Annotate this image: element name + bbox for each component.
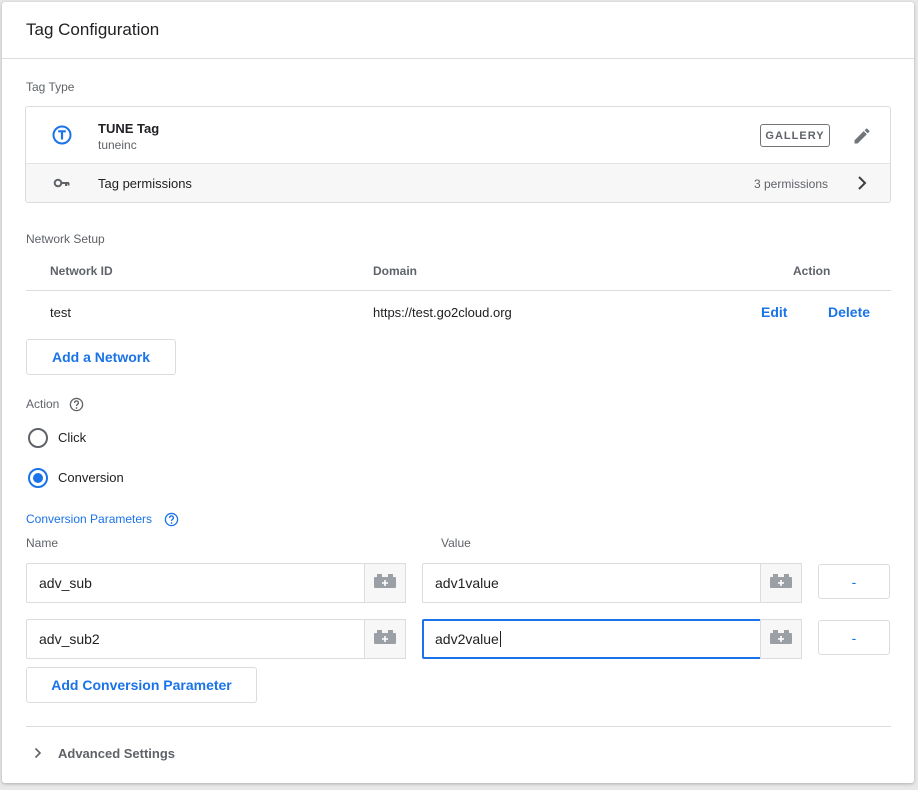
tune-logo-icon bbox=[52, 125, 72, 150]
advanced-settings-toggle[interactable]: Advanced Settings bbox=[26, 739, 276, 767]
advanced-divider bbox=[26, 726, 891, 727]
column-header-network-id: Network ID bbox=[50, 264, 113, 278]
param-value-input[interactable]: adv1value bbox=[422, 563, 762, 603]
help-icon[interactable] bbox=[164, 512, 179, 532]
conversion-parameters-label: Conversion Parameters bbox=[26, 512, 153, 526]
variable-picker-button[interactable] bbox=[760, 563, 802, 603]
radio-click-label[interactable]: Click bbox=[58, 430, 86, 445]
name-column-header: Name bbox=[26, 536, 59, 550]
edit-network-link[interactable]: Edit bbox=[761, 304, 787, 320]
variable-brick-icon bbox=[770, 629, 792, 649]
tag-type-box[interactable]: TUNE Tag tuneinc GALLERY Tag permissions… bbox=[25, 106, 891, 203]
network-setup-label: Network Setup bbox=[26, 232, 105, 246]
remove-param-button[interactable]: - bbox=[818, 564, 890, 599]
chevron-right-icon[interactable] bbox=[856, 175, 868, 196]
variable-brick-icon bbox=[374, 573, 396, 593]
domain-cell: https://test.go2cloud.org bbox=[373, 305, 512, 320]
tag-configuration-card: Tag Configuration Tag Type TUNE Tag tune… bbox=[2, 2, 914, 783]
variable-brick-icon bbox=[770, 573, 792, 593]
value-column-header: Value bbox=[441, 536, 471, 550]
text-cursor bbox=[499, 631, 501, 647]
remove-param-button[interactable]: - bbox=[818, 620, 890, 655]
page-title: Tag Configuration bbox=[26, 20, 160, 39]
add-network-button[interactable]: Add a Network bbox=[26, 339, 176, 375]
tag-permissions-row[interactable]: Tag permissions 3 permissions bbox=[26, 163, 890, 202]
advanced-settings-label: Advanced Settings bbox=[58, 746, 176, 761]
table-header-divider bbox=[26, 290, 891, 291]
gallery-button[interactable]: GALLERY bbox=[760, 124, 830, 147]
tag-type-label: Tag Type bbox=[26, 80, 75, 94]
permissions-count: 3 permissions bbox=[754, 177, 829, 191]
tag-vendor: tuneinc bbox=[98, 138, 137, 152]
column-header-action: Action bbox=[793, 264, 831, 278]
header-divider bbox=[2, 58, 914, 59]
chevron-right-icon bbox=[34, 746, 42, 764]
network-id-cell: test bbox=[50, 305, 71, 320]
radio-click[interactable] bbox=[28, 428, 48, 448]
delete-network-link[interactable]: Delete bbox=[828, 304, 870, 320]
help-icon[interactable] bbox=[69, 397, 84, 417]
variable-picker-button[interactable] bbox=[364, 619, 406, 659]
param-name-input[interactable]: adv_sub bbox=[26, 563, 366, 603]
key-icon bbox=[53, 176, 71, 195]
tag-permissions-label: Tag permissions bbox=[98, 176, 192, 191]
radio-conversion[interactable] bbox=[28, 468, 48, 488]
add-conversion-parameter-button[interactable]: Add Conversion Parameter bbox=[26, 667, 257, 703]
action-label: Action bbox=[26, 397, 60, 411]
column-header-domain: Domain bbox=[373, 264, 418, 278]
variable-picker-button[interactable] bbox=[364, 563, 406, 603]
param-value-input-focused[interactable]: adv2value bbox=[422, 619, 762, 659]
edit-pencil-icon[interactable] bbox=[852, 126, 872, 151]
radio-conversion-label[interactable]: Conversion bbox=[58, 470, 124, 485]
variable-picker-button[interactable] bbox=[760, 619, 802, 659]
variable-brick-icon bbox=[374, 629, 396, 649]
tag-name: TUNE Tag bbox=[98, 121, 160, 136]
param-name-input[interactable]: adv_sub2 bbox=[26, 619, 366, 659]
